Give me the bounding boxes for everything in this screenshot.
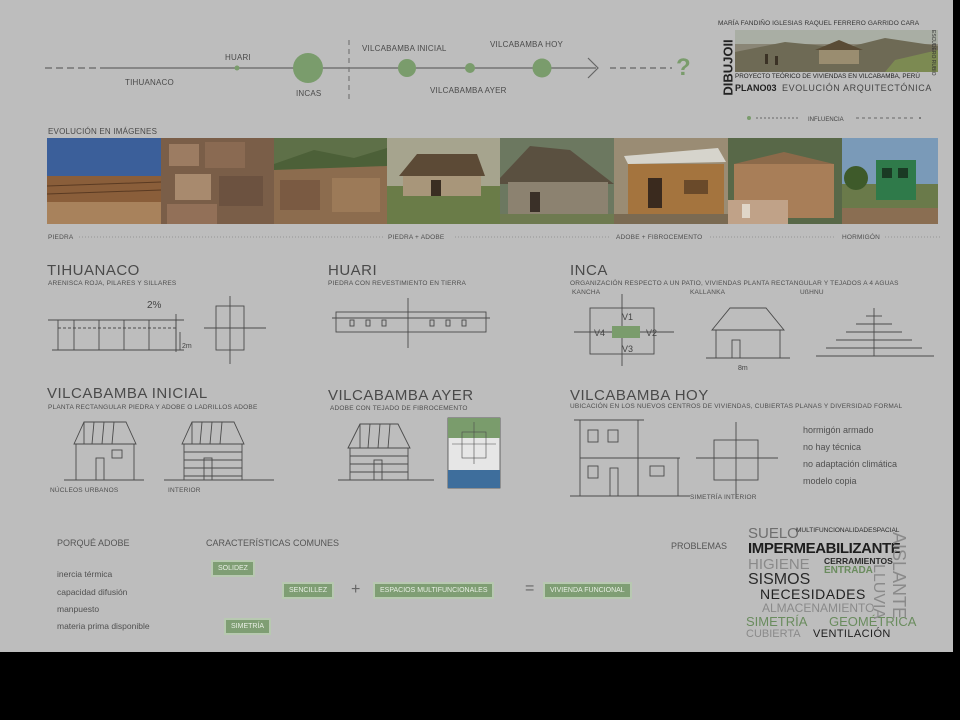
- inca-sketch: V1 V2 V3 V4 8m: [574, 294, 934, 372]
- word-suelo: SUELO: [748, 525, 799, 542]
- problemas-word-cloud: SUELO MULTIFUNCIONALIDADESPACIAL IMPERME…: [746, 524, 926, 644]
- plan-title: EVOLUCIÓN ARQUITECTÓNICA: [782, 83, 932, 93]
- tag-solidez: SOLIDEZ: [211, 560, 255, 577]
- section-sub-vilca-ayer: ADOBE CON TEJADO DE FIBROCEMENTO: [330, 405, 468, 412]
- huari-sketch: [332, 298, 490, 348]
- title-block: MARÍA FANDIÑO IGLESIAS RAQUEL FERRERO GA…: [716, 20, 944, 128]
- photo-inca-ruins: [274, 138, 387, 224]
- inca-v3: V3: [622, 344, 633, 354]
- section-title-vilca-ayer: VILCABAMBA AYER: [328, 387, 474, 404]
- photo-label-piedra-adobe: PIEDRA + ADOBE: [386, 234, 447, 241]
- section-sub-tihuanaco: ARENISCA ROJA, PILARES Y SILLARES: [48, 280, 177, 287]
- timeline-vilca-inicial: VILCABAMBA INICIAL: [362, 44, 447, 53]
- tag-sencillez: SENCILLEZ: [282, 582, 335, 599]
- vilca-inicial-label-1: NÚCLEOS URBANOS: [50, 487, 119, 494]
- vilca-ayer-sketch: [338, 417, 501, 489]
- plan-number: PLANO03: [735, 83, 777, 93]
- inca-v1: V1: [622, 312, 633, 322]
- word-impermeabilizante: IMPERMEABILIZANTE: [748, 540, 901, 557]
- photo-stone-masonry: [161, 138, 274, 224]
- photo-tihuanaco-wall: [47, 138, 161, 224]
- word-cubierta: CUBIERTA: [746, 628, 801, 640]
- photo-label-adobe-fibro: ADOBE + FIBROCEMENTO: [614, 234, 705, 241]
- photo-adobe-construction: [728, 138, 842, 224]
- tihuanaco-sketch: 2% 2m: [48, 296, 266, 364]
- photo-concrete-house: [842, 138, 938, 224]
- porque-title: PORQUÉ ADOBE: [57, 538, 130, 548]
- header-landscape-image: [735, 30, 938, 72]
- photo-adobe-house: [500, 138, 614, 224]
- tihuanaco-slope: 2%: [147, 300, 162, 311]
- word-ventilacion: VENTILACIÓN: [813, 628, 891, 640]
- section-title-huari: HUARI: [328, 262, 378, 279]
- tag-vivienda: VIVIENDA FUNCIONAL: [543, 582, 632, 599]
- vilca-inicial-label-2: INTERIOR: [168, 487, 201, 494]
- word-simetria: SIMETRÍA: [746, 614, 808, 629]
- vilca-inicial-sketch: [64, 421, 274, 481]
- photo-thatched-hut: [387, 138, 500, 224]
- section-sub-vilca-inicial: PLANTA RECTANGULAR PIEDRA Y ADOBE O LADR…: [48, 404, 258, 411]
- word-aislante: AISLANTE: [889, 532, 909, 620]
- project-title: PROYECTO TEÓRICO DE VIVIENDAS EN VILCABA…: [735, 73, 920, 80]
- section-title-vilca-inicial: VILCABAMBA INICIAL: [47, 385, 208, 402]
- porque-item-1: inercia térmica: [57, 569, 113, 579]
- vilca-hoy-item-1: hormigón armado: [803, 425, 874, 435]
- section-title-vilca-hoy: VILCABAMBA HOY: [570, 387, 709, 404]
- vilca-hoy-sketch: [570, 419, 778, 498]
- timeline-incas: INCAS: [296, 89, 322, 98]
- authors: MARÍA FANDIÑO IGLESIAS RAQUEL FERRERO GA…: [718, 20, 920, 27]
- word-higiene: HIGIENE: [748, 556, 810, 573]
- timeline-question: ?: [676, 54, 691, 81]
- photo-label-piedra: PIEDRA: [48, 234, 76, 241]
- legend-label: INFLUENCIA: [808, 117, 844, 123]
- vilca-hoy-item-3: no adaptación climática: [803, 459, 898, 469]
- porque-item-4: materia prima disponible: [57, 621, 150, 631]
- inca-v2: V2: [646, 328, 657, 338]
- word-almacenamiento: ALMACENAMIENTO: [762, 601, 875, 615]
- word-lluvia: LLUVIA: [870, 564, 887, 620]
- inca-v4: V4: [594, 328, 605, 338]
- word-necesidades: NECESIDADES: [760, 586, 866, 602]
- timeline-vilca-hoy: VILCABAMBA HOY: [490, 40, 564, 49]
- vilca-hoy-label: SIMETRÍA INTERIOR: [690, 494, 757, 501]
- drawing-sheet: TIHUANACO HUARI INCAS VILCABAMBA INICIAL…: [0, 0, 953, 652]
- equals-sign: =: [525, 580, 535, 597]
- section-title-inca: INCA: [570, 262, 608, 279]
- section-sub-inca: ORGANIZACIÓN RESPECTO A UN PATIO, VIVIEN…: [570, 280, 899, 287]
- section-title-tihuanaco: TIHUANACO: [47, 262, 140, 279]
- timeline-vilca-ayer: VILCABAMBA AYER: [430, 86, 507, 95]
- vilca-hoy-item-4: modelo copia: [803, 476, 857, 486]
- inca-width: 8m: [738, 365, 748, 372]
- vilca-hoy-item-2: no hay técnica: [803, 442, 862, 452]
- tag-espacios: ESPACIOS MULTIFUNCIONALES: [373, 582, 495, 599]
- course-label: DIBUJOII: [720, 39, 736, 96]
- photo-fibrocement-roof: [614, 138, 728, 224]
- photo-label-line: [79, 236, 940, 238]
- timeline-huari: HUARI: [225, 53, 251, 62]
- photo-label-hormigon: HORMIGÓN: [840, 234, 883, 241]
- plus-sign: +: [351, 581, 361, 598]
- timeline-tihuanaco: TIHUANACO: [125, 78, 174, 87]
- tag-simetria: SIMETRÍA: [224, 618, 272, 635]
- caracteristicas-title: CARACTERÍSTICAS COMUNES: [206, 538, 340, 548]
- section-sub-vilca-hoy: UBICACIÓN EN LOS NUEVOS CENTROS DE VIVIE…: [570, 403, 903, 410]
- tihuanaco-height: 2m: [182, 343, 192, 350]
- images-section-title: EVOLUCIÓN EN IMÁGENES: [48, 127, 158, 136]
- section-sub-huari: PIEDRA CON REVESTIMIENTO EN TIERRA: [328, 280, 467, 287]
- side-credit: ESCUDERO RUBIO: [930, 30, 936, 76]
- porque-item-3: manpuesto: [57, 604, 100, 614]
- problemas-title: PROBLEMAS: [671, 541, 728, 551]
- porque-item-2: capacidad difusión: [57, 587, 128, 597]
